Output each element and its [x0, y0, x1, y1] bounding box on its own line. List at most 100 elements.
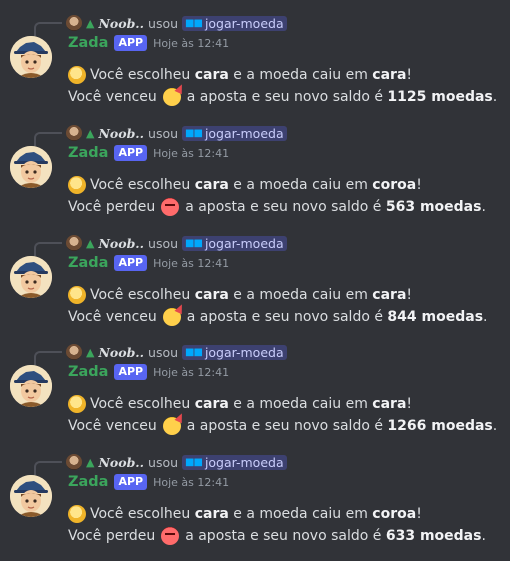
app-badge: APP [114, 145, 148, 161]
slash-command-chip[interactable]: ■■ jogar-moeda [182, 344, 287, 360]
used-text: usou [148, 454, 179, 470]
result-end: ! [406, 396, 413, 412]
coin-result: cara [372, 396, 407, 412]
reply-username[interactable]: Noob.. [98, 126, 144, 141]
reply-connector [34, 22, 62, 36]
reply-connector [34, 242, 62, 256]
used-text: usou [148, 15, 179, 31]
command-reference[interactable]: ▲ Noob.. usou ■■ jogar-moeda [66, 343, 287, 361]
outcome-text: Você venceu [68, 309, 157, 325]
partying-face-icon [162, 308, 181, 326]
balance-mid: a aposta e seu novo saldo é [185, 528, 382, 544]
reply-user-avatar[interactable] [66, 344, 82, 360]
bot-avatar[interactable] [10, 365, 52, 407]
bot-avatar[interactable] [10, 36, 52, 78]
outcome-text: Você venceu [68, 418, 157, 434]
used-text: usou [148, 344, 179, 360]
result-mid: e a moeda caiu em [233, 287, 368, 303]
balance-end: . [481, 528, 486, 544]
result-end: ! [416, 177, 422, 193]
bot-username[interactable]: Zada [68, 35, 108, 51]
chosen-side: cara [194, 67, 229, 83]
coin-emoji-icon [68, 286, 86, 304]
reply-username[interactable]: Noob.. [98, 236, 144, 251]
coin-result: cara [372, 287, 407, 303]
message-header: Zada APP Hoje às 12:41 [68, 363, 229, 381]
bot-username[interactable]: Zada [68, 474, 108, 490]
balance-mid: a aposta e seu novo saldo é [186, 89, 383, 105]
bot-username[interactable]: Zada [68, 255, 108, 271]
outcome-text: Você perdeu [68, 528, 156, 544]
slash-command-chip[interactable]: ■■ jogar-moeda [182, 15, 287, 31]
command-name: jogar-moeda [204, 235, 284, 251]
timestamp: Hoje às 12:41 [153, 146, 230, 160]
timestamp: Hoje às 12:41 [153, 36, 230, 50]
message-header: Zada APP Hoje às 12:41 [68, 144, 229, 162]
bot-avatar[interactable] [10, 475, 52, 517]
slash-command-chip[interactable]: ■■ jogar-moeda [182, 454, 287, 470]
result-mid: e a moeda caiu em [233, 396, 368, 412]
balance-line: Você perdeu a aposta e seu novo saldo é … [68, 196, 486, 218]
chosen-side: cara [194, 396, 229, 412]
partying-face-icon [162, 88, 181, 106]
balance-end: . [481, 199, 486, 215]
balance-line: Você venceu a aposta e seu novo saldo é … [68, 415, 497, 437]
angry-face-icon [161, 527, 180, 545]
balance-mid: a aposta e seu novo saldo é [185, 199, 382, 215]
app-badge: APP [114, 364, 148, 380]
bot-avatar[interactable] [10, 256, 52, 298]
result-end: ! [416, 506, 422, 522]
reply-username[interactable]: Noob.. [98, 455, 144, 470]
command-reference[interactable]: ▲ Noob.. usou ■■ jogar-moeda [66, 234, 287, 252]
command-name: jogar-moeda [204, 344, 284, 360]
timestamp: Hoje às 12:41 [153, 256, 230, 270]
reply-connector [34, 351, 62, 365]
evergreen-tree-icon: ▲ [86, 345, 95, 359]
command-name: jogar-moeda [204, 15, 284, 31]
evergreen-tree-icon: ▲ [86, 236, 95, 250]
reply-user-avatar[interactable] [66, 15, 82, 31]
new-balance: 844 moedas [387, 309, 484, 325]
balance-end: . [492, 89, 498, 105]
timestamp: Hoje às 12:41 [153, 475, 230, 489]
app-badge: APP [114, 35, 148, 51]
result-line: Você escolheu cara e a moeda caiu em car… [68, 64, 412, 86]
reply-connector [34, 132, 62, 146]
balance-line: Você venceu a aposta e seu novo saldo é … [68, 306, 487, 328]
app-command-icon: ■■ [185, 456, 203, 468]
balance-line: Você perdeu a aposta e seu novo saldo é … [68, 525, 486, 547]
command-name: jogar-moeda [204, 125, 284, 141]
reply-username[interactable]: Noob.. [98, 16, 144, 31]
app-command-icon: ■■ [185, 346, 203, 358]
bot-avatar[interactable] [10, 146, 52, 188]
reply-user-avatar[interactable] [66, 125, 82, 141]
partying-face-icon [162, 417, 181, 435]
reply-user-avatar[interactable] [66, 235, 82, 251]
result-mid: e a moeda caiu em [233, 506, 368, 522]
evergreen-tree-icon: ▲ [86, 455, 95, 469]
message-header: Zada APP Hoje às 12:41 [68, 473, 229, 491]
app-command-icon: ■■ [185, 127, 203, 139]
chat-message: ▲ Noob.. usou ■■ jogar-moeda Zada APP Ho… [0, 124, 510, 232]
result-end: ! [406, 67, 413, 83]
reply-username[interactable]: Noob.. [98, 345, 144, 360]
bot-username[interactable]: Zada [68, 145, 108, 161]
slash-command-chip[interactable]: ■■ jogar-moeda [182, 125, 287, 141]
app-command-icon: ■■ [185, 237, 203, 249]
reply-user-avatar[interactable] [66, 454, 82, 470]
result-end: ! [406, 287, 413, 303]
command-reference[interactable]: ▲ Noob.. usou ■■ jogar-moeda [66, 124, 287, 142]
chosen-side: cara [194, 506, 229, 522]
outcome-text: Você perdeu [68, 199, 156, 215]
result-line: Você escolheu cara e a moeda caiu em cor… [68, 503, 422, 525]
new-balance: 633 moedas [385, 528, 482, 544]
bot-username[interactable]: Zada [68, 364, 108, 380]
evergreen-tree-icon: ▲ [86, 126, 95, 140]
command-reference[interactable]: ▲ Noob.. usou ■■ jogar-moeda [66, 14, 287, 32]
message-header: Zada APP Hoje às 12:41 [68, 34, 229, 52]
slash-command-chip[interactable]: ■■ jogar-moeda [182, 235, 287, 251]
chosen-side: cara [194, 177, 229, 193]
coin-emoji-icon [68, 395, 86, 413]
command-reference[interactable]: ▲ Noob.. usou ■■ jogar-moeda [66, 453, 287, 471]
choice-prefix: Você escolheu [90, 506, 191, 522]
